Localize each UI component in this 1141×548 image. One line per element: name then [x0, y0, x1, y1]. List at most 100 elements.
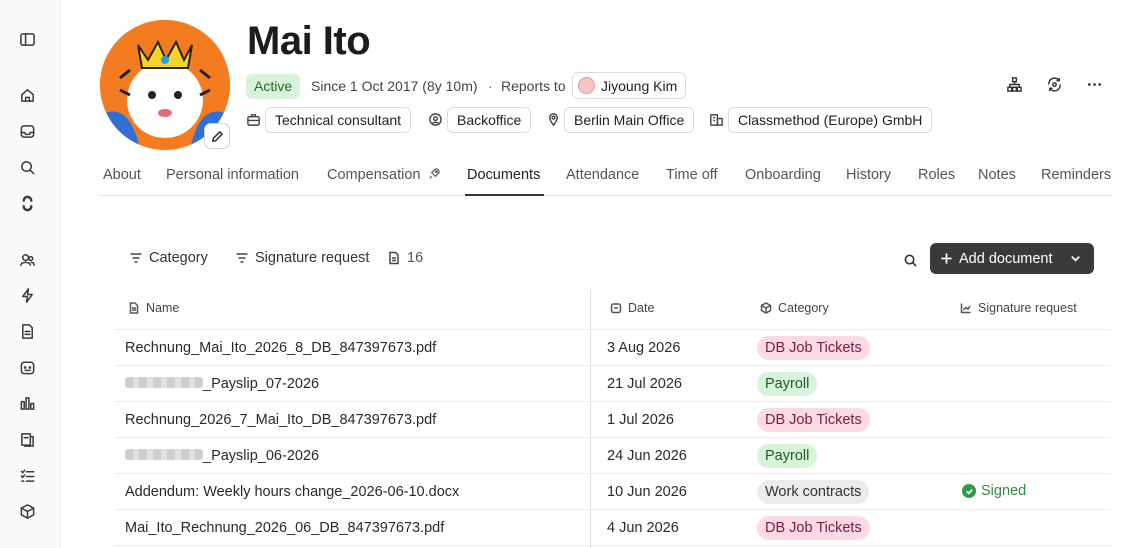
sidebar	[0, 0, 61, 548]
check-circle-icon	[962, 484, 976, 498]
inbox-icon[interactable]	[17, 121, 37, 141]
team-chip[interactable]: Backoffice	[447, 107, 532, 133]
templates-icon[interactable]	[17, 429, 37, 449]
plus-icon	[941, 253, 952, 264]
table-row[interactable]: Mai_Ito_Rechnung_2026_06_DB_847397673.pd…	[115, 510, 1111, 546]
document-name: _Payslip_06-2026	[203, 448, 320, 464]
manager-avatar	[578, 77, 595, 94]
search-documents-button[interactable]	[900, 250, 920, 270]
redacted-name	[125, 449, 203, 461]
sync-icon[interactable]	[1044, 74, 1064, 94]
tasks-icon[interactable]	[17, 465, 37, 485]
category-filter[interactable]: Category	[129, 250, 208, 266]
automation-icon[interactable]	[17, 285, 37, 305]
document-name-wrapper: _Payslip_07-2026	[125, 376, 319, 392]
sidebar-toggle-icon[interactable]	[17, 29, 37, 49]
tab-reminders[interactable]: Reminders	[1041, 167, 1111, 183]
role-chip[interactable]: Technical consultant	[265, 107, 412, 133]
company-chip[interactable]: Classmethod (Europe) GmbH	[728, 107, 933, 133]
signature-filter[interactable]: Signature request	[235, 250, 369, 266]
status-badge: Active	[246, 74, 301, 99]
employee-name: Mai Ito	[247, 19, 371, 63]
category-tag: Payroll	[757, 444, 818, 468]
filter-icon	[130, 253, 142, 263]
tab-notes[interactable]: Notes	[978, 167, 1016, 183]
document-name: Mai_Ito_Rechnung_2026_06_DB_847397673.pd…	[125, 520, 445, 536]
document-name: Addendum: Weekly hours change_2026-06-10…	[125, 484, 460, 500]
tab-compensation-label: Compensation	[327, 167, 421, 183]
tab-time-off[interactable]: Time off	[666, 167, 718, 183]
document-name: _Payslip_07-2026	[203, 376, 320, 392]
table-row[interactable]: Rechnung_2026_7_Mai_Ito_DB_847397673.pdf…	[115, 402, 1111, 438]
calendar-icon	[610, 303, 622, 314]
document-date: 21 Jul 2026	[607, 376, 682, 392]
active-tab-indicator	[465, 194, 544, 196]
column-header-category-label: Category	[778, 301, 829, 315]
document-date: 24 Jun 2026	[607, 448, 687, 464]
document-icon	[129, 302, 139, 314]
column-header-category[interactable]: Category	[760, 301, 829, 315]
integrations-icon[interactable]	[17, 193, 37, 213]
document-count-value: 16	[407, 250, 424, 266]
tab-about[interactable]: About	[103, 167, 141, 183]
people-icon[interactable]	[17, 249, 37, 269]
column-header-signature[interactable]: Signature request	[960, 301, 1077, 315]
document-icon[interactable]	[17, 321, 37, 341]
category-tag: Payroll	[757, 372, 818, 396]
employment-since: Since 1 Oct 2017 (8y 10m)	[311, 78, 478, 94]
team-icon	[428, 112, 444, 128]
table-row[interactable]: Addendum: Weekly hours change_2026-06-10…	[115, 474, 1111, 510]
document-name-wrapper: _Payslip_06-2026	[125, 448, 319, 464]
analytics-icon[interactable]	[17, 393, 37, 413]
more-icon[interactable]	[1084, 74, 1104, 94]
document-count: 16	[387, 250, 423, 266]
package-icon[interactable]	[17, 501, 37, 521]
column-header-date[interactable]: Date	[610, 301, 654, 315]
tab-compensation[interactable]: Compensation	[327, 167, 441, 183]
meta-separator: ·	[488, 78, 493, 94]
signature-status-label: Signed	[981, 483, 1027, 499]
tab-personal-information[interactable]: Personal information	[166, 167, 299, 183]
document-name: Rechnung_Mai_Ito_2026_8_DB_847397673.pdf	[125, 340, 437, 356]
tab-onboarding[interactable]: Onboarding	[745, 167, 821, 183]
tab-history[interactable]: History	[846, 167, 891, 183]
category-tag: DB Job Tickets	[757, 336, 870, 360]
table-row[interactable]: Rechnung_Mai_Ito_2026_8_DB_847397673.pdf…	[115, 330, 1111, 366]
reports-to-label: Reports to	[501, 78, 566, 94]
signature-filter-label: Signature request	[255, 250, 370, 266]
briefcase-icon	[246, 112, 262, 128]
category-filter-label: Category	[149, 250, 208, 266]
tab-attendance[interactable]: Attendance	[566, 167, 639, 183]
add-document-button[interactable]: Add document	[930, 243, 1094, 274]
column-header-date-label: Date	[628, 301, 655, 315]
manager-chip[interactable]: Jiyoung Kim	[572, 72, 687, 99]
document-date: 4 Jun 2026	[607, 520, 679, 536]
column-header-signature-label: Signature request	[978, 301, 1077, 315]
document-date: 1 Jul 2026	[607, 412, 674, 428]
manager-name: Jiyoung Kim	[601, 77, 678, 94]
company-icon	[709, 112, 725, 128]
location-icon	[546, 112, 562, 128]
office-chip[interactable]: Berlin Main Office	[564, 107, 695, 133]
filter-icon	[236, 253, 248, 263]
document-date: 10 Jun 2026	[607, 484, 687, 500]
chevron-down-icon[interactable]	[1069, 252, 1082, 265]
document-icon	[389, 251, 399, 265]
table-header: Name Date Category Signature request	[115, 290, 1111, 330]
column-header-name[interactable]: Name	[128, 301, 179, 315]
tab-documents[interactable]: Documents	[467, 167, 540, 183]
edit-avatar-button[interactable]	[204, 123, 230, 149]
org-chart-icon[interactable]	[1004, 74, 1024, 94]
table-row[interactable]: _Payslip_06-2026 24 Jun 2026 Payroll	[115, 438, 1111, 474]
redacted-name	[125, 377, 203, 389]
search-icon[interactable]	[17, 157, 37, 177]
home-icon[interactable]	[17, 85, 37, 105]
profile-tabs: About Personal information Compensation …	[99, 161, 1111, 196]
calendar-icon[interactable]	[17, 357, 37, 377]
pencil-icon	[211, 130, 223, 142]
signature-status: Signed	[962, 483, 1026, 499]
tab-roles[interactable]: Roles	[918, 167, 955, 183]
chart-icon	[960, 303, 971, 314]
table-row[interactable]: _Payslip_07-2026 21 Jul 2026 Payroll	[115, 366, 1111, 402]
document-name: Rechnung_2026_7_Mai_Ito_DB_847397673.pdf	[125, 412, 437, 428]
